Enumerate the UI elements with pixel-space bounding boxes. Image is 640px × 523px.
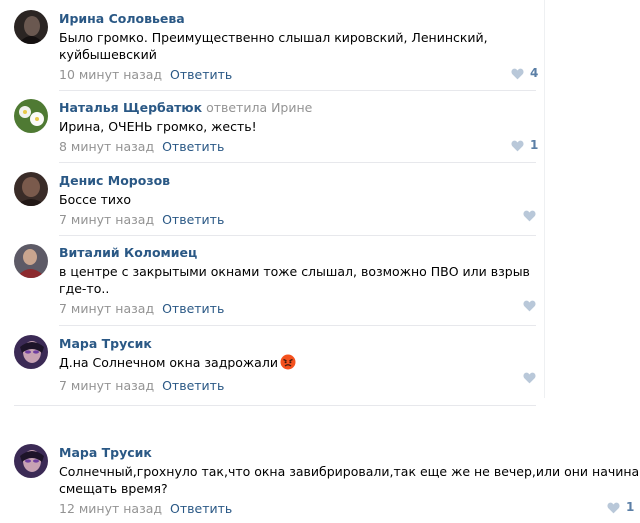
comment-text: Боссе тихо [59, 192, 132, 207]
comment-text: Ирина, ОЧЕНЬ громко, жесть! [59, 119, 257, 134]
heart-icon [523, 210, 536, 222]
avatar[interactable] [14, 244, 48, 278]
separator [59, 325, 536, 326]
reply-note[interactable]: ответила Ирине [206, 100, 312, 115]
avatar[interactable] [14, 172, 48, 206]
like-count: 4 [530, 66, 539, 80]
heart-icon [523, 372, 536, 384]
comment-meta: 10 минут назад Ответить [59, 66, 488, 83]
like-button[interactable]: 1 [607, 499, 634, 516]
comment-author[interactable]: Мара Трусик [59, 335, 296, 352]
comment-text: Д.на Солнечном окна задрожали [59, 354, 296, 374]
comment-author[interactable]: Ирина Соловьева [59, 10, 488, 27]
reply-button[interactable]: Ответить [162, 301, 224, 316]
heart-icon [511, 140, 524, 151]
separator [59, 162, 536, 163]
comment-time[interactable]: 7 минут назад [59, 301, 154, 316]
separator [14, 405, 536, 406]
separator [59, 235, 536, 236]
comment-body: Ирина Соловьева Было громко. Преимуществ… [59, 10, 488, 83]
comment-body: Мара Трусик Солнечный,грохнуло так,что о… [59, 444, 640, 517]
reply-button[interactable]: Ответить [170, 67, 232, 82]
comment-body: Денис Морозов Боссе тихо 7 минут назад От… [59, 172, 224, 228]
comment-meta: 7 минут назад Ответить [59, 377, 296, 394]
comment-text: Солнечный,грохнуло так,что окна завибрир… [59, 464, 640, 496]
avatar[interactable] [14, 99, 48, 133]
like-button[interactable] [523, 300, 536, 312]
comment-meta: 12 минут назад Ответить [59, 500, 640, 517]
like-button[interactable] [523, 372, 536, 384]
scrollbar[interactable] [544, 0, 557, 398]
comment-body: Наталья Щербатюк ответила Ирине Ирина, ОЧ… [59, 99, 312, 155]
comment-author[interactable]: Наталья Щербатюк ответила Ирине [59, 99, 312, 116]
comment-time[interactable]: 7 минут назад [59, 378, 154, 393]
heart-icon [523, 300, 536, 312]
comment-body: Виталий Коломиец в центре с закрытыми ок… [59, 244, 530, 317]
comment-author[interactable]: Денис Морозов [59, 172, 224, 189]
heart-icon [511, 68, 524, 79]
avatar[interactable] [14, 10, 48, 44]
separator [59, 90, 536, 91]
comment-text: Было громко. Преимущественно слышал киро… [59, 30, 488, 62]
comment-time[interactable]: 12 минут назад [59, 501, 162, 516]
comment-body: Мара Трусик Д.на Солнечном окна задрожал… [59, 335, 296, 394]
comment-author[interactable]: Виталий Коломиец [59, 244, 530, 261]
comment-meta: 8 минут назад Ответить [59, 138, 312, 155]
comment-meta: 7 минут назад Ответить [59, 300, 530, 317]
comment-time[interactable]: 7 минут назад [59, 212, 154, 227]
like-button[interactable]: 4 [511, 65, 538, 82]
like-button[interactable] [523, 210, 536, 222]
comment-time[interactable]: 8 минут назад [59, 139, 154, 154]
reply-button[interactable]: Ответить [170, 501, 232, 516]
angry-face-emoji [280, 354, 296, 374]
comment-text: в центре с закрытыми окнами тоже слышал,… [59, 264, 530, 296]
comment-author[interactable]: Мара Трусик [59, 444, 640, 461]
avatar[interactable] [14, 444, 48, 478]
reply-button[interactable]: Ответить [162, 139, 224, 154]
reply-button[interactable]: Ответить [162, 212, 224, 227]
reply-button[interactable]: Ответить [162, 378, 224, 393]
like-count: 1 [530, 138, 539, 152]
like-count: 1 [626, 500, 635, 514]
comment-meta: 7 минут назад Ответить [59, 211, 224, 228]
like-button[interactable]: 1 [511, 137, 538, 154]
avatar[interactable] [14, 335, 48, 369]
heart-icon [607, 502, 620, 513]
comment-time[interactable]: 10 минут назад [59, 67, 162, 82]
